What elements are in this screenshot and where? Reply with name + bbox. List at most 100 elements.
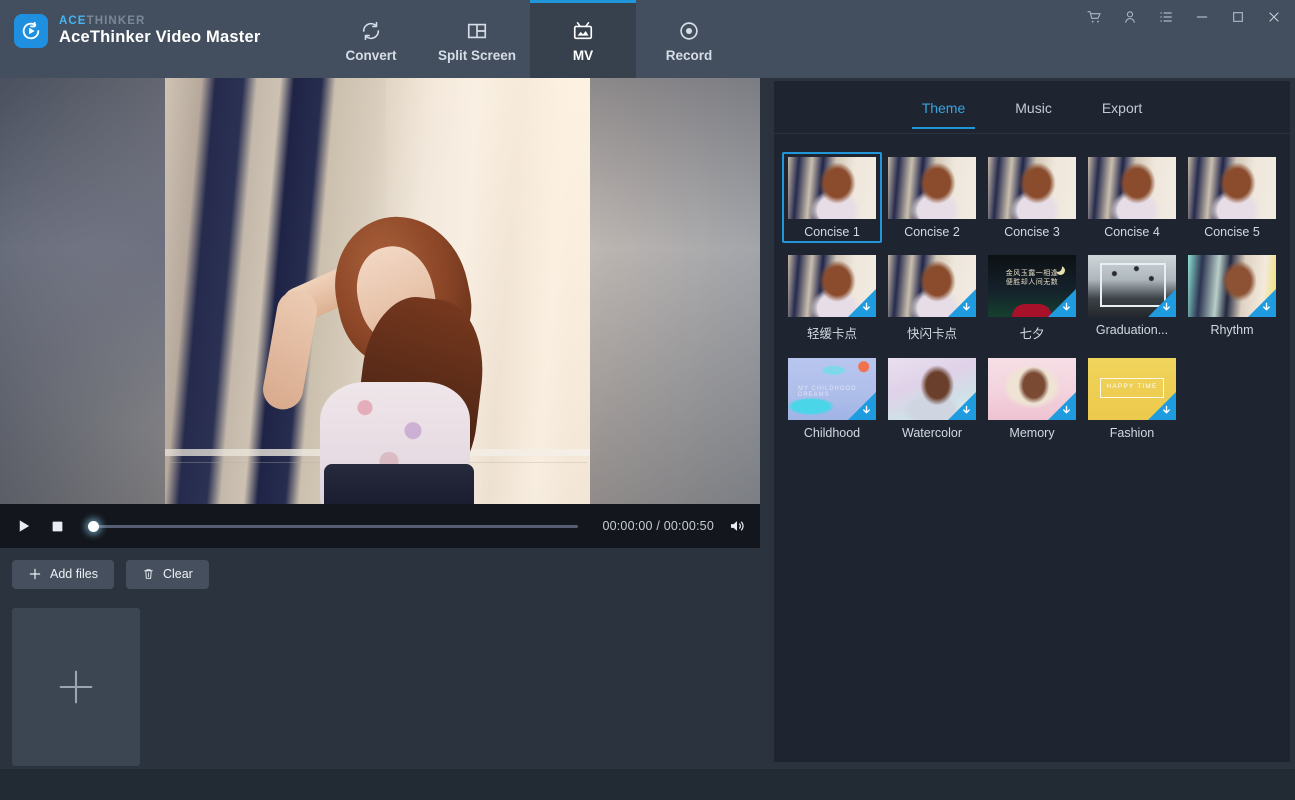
theme-thumbnail xyxy=(1188,255,1276,317)
player-controls: 00:00:00 / 00:00:50 xyxy=(0,504,760,548)
title-bar: ACETHINKER AceThinker Video Master Conve… xyxy=(0,0,1295,78)
theme-item[interactable]: Rhythm xyxy=(1182,250,1282,346)
theme-thumbnail: 金风玉露一相逢 便胜却人间无数 xyxy=(988,255,1076,317)
video-frame xyxy=(165,78,590,504)
download-icon xyxy=(863,302,870,311)
theme-item[interactable]: Concise 3 xyxy=(982,152,1082,243)
nav-tab-label: Record xyxy=(665,47,713,63)
theme-item[interactable]: Watercolor xyxy=(882,353,982,444)
seek-bar[interactable] xyxy=(80,504,590,548)
theme-label: Childhood xyxy=(803,426,861,440)
theme-item[interactable]: 快闪卡点 xyxy=(882,250,982,346)
split-screen-icon xyxy=(466,20,488,42)
brand-sup-ace: ACE xyxy=(59,15,87,28)
maximize-icon[interactable] xyxy=(1227,6,1249,28)
theme-thumbnail: MY CHILDHOOD DREAMS xyxy=(788,358,876,420)
fan-shape xyxy=(1012,304,1052,317)
skirt xyxy=(323,464,474,504)
theme-thumbnail xyxy=(988,358,1076,420)
download-badge[interactable] xyxy=(1148,392,1176,420)
download-badge[interactable] xyxy=(1048,392,1076,420)
plus-icon xyxy=(59,670,93,704)
theme-item[interactable]: HAPPY TIME Fashion xyxy=(1082,353,1182,444)
nav-tab-label: MV xyxy=(572,47,594,63)
download-badge[interactable] xyxy=(848,392,876,420)
left-column: 00:00:00 / 00:00:50 Add files Clear xyxy=(0,78,760,769)
download-icon xyxy=(963,405,970,414)
status-bar xyxy=(0,769,1295,800)
download-badge[interactable] xyxy=(1148,289,1176,317)
download-icon xyxy=(1163,302,1170,311)
theme-item[interactable]: Concise 1 xyxy=(782,152,882,243)
theme-label: Memory xyxy=(1009,426,1055,440)
nav-tab-label: Split Screen xyxy=(437,47,517,63)
add-files-button[interactable]: Add files xyxy=(12,559,114,589)
menu-list-icon[interactable] xyxy=(1155,6,1177,28)
theme-art xyxy=(888,157,976,219)
video-preview[interactable] xyxy=(0,78,760,504)
theme-item[interactable]: Memory xyxy=(982,353,1082,444)
tab-export[interactable]: Export xyxy=(1084,86,1160,129)
download-icon xyxy=(1263,302,1270,311)
theme-item[interactable]: Concise 4 xyxy=(1082,152,1182,243)
theme-thumbnail xyxy=(1088,157,1176,219)
theme-grid: Concise 1 Concise 2 Concise 3 Concise 4 … xyxy=(774,134,1290,762)
person-figure xyxy=(240,160,540,504)
theme-label: Concise 4 xyxy=(1104,225,1160,239)
download-badge[interactable] xyxy=(948,392,976,420)
download-badge[interactable] xyxy=(848,289,876,317)
brand-sup-thinker: THINKER xyxy=(86,15,146,28)
tab-export-label: Export xyxy=(1101,99,1143,116)
nav-tab-record[interactable]: Record xyxy=(636,0,742,78)
download-icon xyxy=(1163,405,1170,414)
nav-tab-mv[interactable]: MV xyxy=(530,0,636,78)
theme-item[interactable]: 轻缓卡点 xyxy=(782,250,882,346)
theme-label: Concise 3 xyxy=(1004,225,1060,239)
theme-item[interactable]: 金风玉露一相逢 便胜却人间无数 七夕 xyxy=(982,250,1082,346)
tab-music-label: Music xyxy=(1015,99,1052,116)
minimize-icon[interactable] xyxy=(1191,6,1213,28)
theme-label: 七夕 xyxy=(1019,327,1045,341)
stop-button[interactable] xyxy=(46,515,68,537)
download-icon xyxy=(1063,405,1070,414)
cart-icon[interactable] xyxy=(1083,6,1105,28)
download-badge[interactable] xyxy=(948,289,976,317)
nav-tab-convert[interactable]: Convert xyxy=(318,0,424,78)
tab-music[interactable]: Music xyxy=(997,86,1070,129)
account-icon[interactable] xyxy=(1119,6,1141,28)
theme-item[interactable]: MY CHILDHOOD DREAMS Childhood xyxy=(782,353,882,444)
theme-item[interactable]: Concise 5 xyxy=(1182,152,1282,243)
brand-superscript: ACETHINKER xyxy=(59,15,260,27)
theme-thumbnail xyxy=(1088,255,1176,317)
volume-button[interactable] xyxy=(726,515,748,537)
theme-label: Watercolor xyxy=(902,426,962,440)
download-icon xyxy=(963,302,970,311)
app-logo-icon xyxy=(14,14,48,48)
theme-thumbnail xyxy=(888,255,976,317)
theme-art xyxy=(788,157,876,219)
download-icon xyxy=(1063,302,1070,311)
download-badge[interactable] xyxy=(1048,289,1076,317)
theme-thumbnail xyxy=(788,255,876,317)
theme-label: Concise 1 xyxy=(804,225,860,239)
play-button[interactable] xyxy=(12,515,34,537)
download-badge[interactable] xyxy=(1248,289,1276,317)
theme-thumbnail: HAPPY TIME xyxy=(1088,358,1176,420)
refresh-icon xyxy=(360,20,382,42)
add-media-placeholder[interactable] xyxy=(12,608,140,766)
clear-button[interactable]: Clear xyxy=(125,559,209,589)
close-icon[interactable] xyxy=(1263,6,1285,28)
app-title: AceThinker Video Master xyxy=(59,28,261,47)
seek-handle[interactable] xyxy=(88,520,99,532)
theme-label: Concise 5 xyxy=(1204,225,1260,239)
theme-item[interactable]: Concise 2 xyxy=(882,152,982,243)
trash-icon xyxy=(144,569,153,579)
theme-thumbnail xyxy=(1188,157,1276,219)
forearm xyxy=(259,287,320,413)
nav-tab-label: Convert xyxy=(345,47,397,63)
theme-item[interactable]: Graduation... xyxy=(1082,250,1182,346)
nav-tab-split-screen[interactable]: Split Screen xyxy=(424,0,530,78)
theme-art xyxy=(1088,157,1176,219)
tab-theme[interactable]: Theme xyxy=(904,86,984,129)
main-nav-tabs: Convert Split Screen MV Record xyxy=(318,0,742,78)
